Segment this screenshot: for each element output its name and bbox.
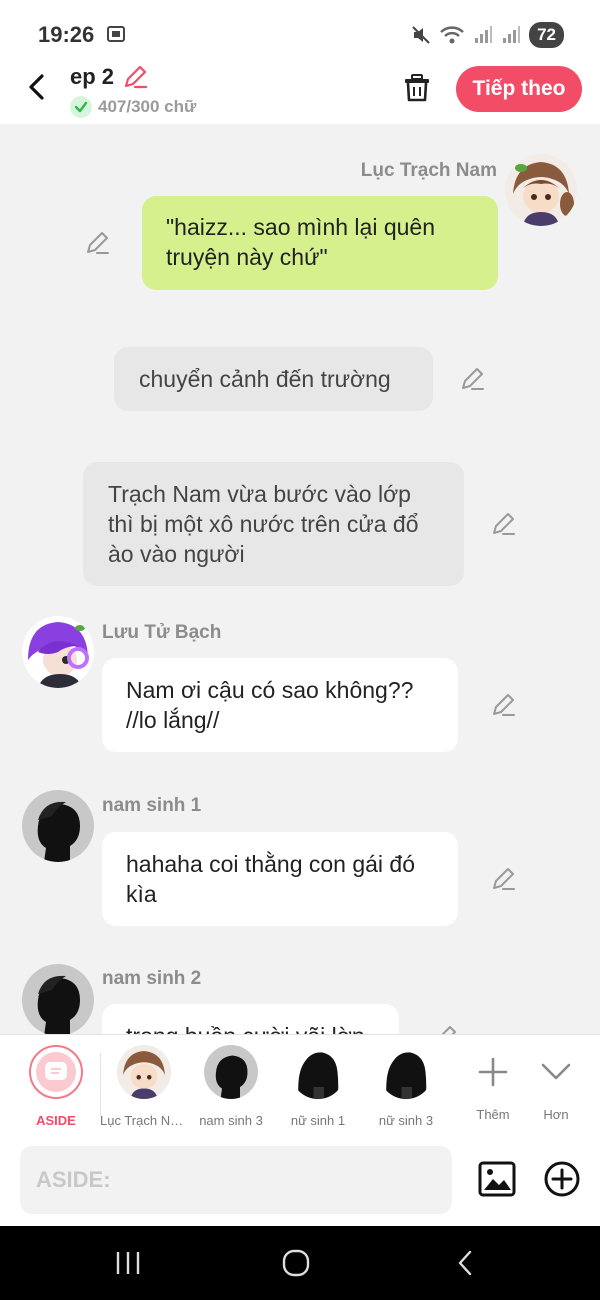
input-row: ASIDE: xyxy=(0,1136,600,1226)
character-nu-sinh-3[interactable]: nữ sinh 3 xyxy=(362,1045,450,1128)
next-button[interactable]: Tiếp theo xyxy=(456,66,582,112)
aside-avatar xyxy=(29,1045,83,1099)
character-bar: ASIDE Lục Trạch Nam nam sinh 3 nữ sinh 1… xyxy=(0,1034,600,1136)
character-nu-sinh-1[interactable]: nữ sinh 1 xyxy=(274,1045,362,1128)
signal-icon-2 xyxy=(503,26,521,43)
character-avatar xyxy=(291,1045,345,1099)
chat-area[interactable]: Lục Trạch Nam "haizz... sao mình lại quê… xyxy=(0,124,600,1034)
edit-message-pencil-icon[interactable] xyxy=(84,230,110,256)
edit-message-pencil-icon[interactable] xyxy=(490,511,516,537)
avatar-luc-trach-nam[interactable] xyxy=(505,154,577,226)
avatar-nam-sinh-2[interactable] xyxy=(22,964,94,1034)
edit-message-pencil-icon[interactable] xyxy=(490,866,516,892)
character-nam-sinh-3[interactable]: nam sinh 3 xyxy=(187,1045,275,1128)
character-label: nữ sinh 3 xyxy=(378,1113,434,1128)
more-characters-button[interactable]: Hơn xyxy=(512,1045,600,1122)
back-arrow-icon[interactable] xyxy=(22,72,52,102)
episode-title: ep 2 xyxy=(70,64,115,89)
message-bubble[interactable]: trong buồn cười vãi lờn xyxy=(102,1004,399,1034)
avatar-nam-sinh-1[interactable] xyxy=(22,790,94,862)
message-input[interactable]: ASIDE: xyxy=(20,1146,452,1214)
aside-bubble[interactable]: chuyển cảnh đến trường xyxy=(114,347,433,411)
status-bar: 19:26 72 xyxy=(0,0,600,62)
screen-record-icon xyxy=(107,26,125,42)
trash-icon[interactable] xyxy=(400,70,434,104)
avatar-luu-tu-bach[interactable] xyxy=(22,616,94,688)
plus-circle-icon[interactable] xyxy=(543,1160,581,1198)
speaker-name: Lưu Tử Bạch xyxy=(102,622,222,643)
edit-message-pencil-icon[interactable] xyxy=(459,366,485,392)
edit-title-pencil-icon[interactable] xyxy=(122,64,148,90)
character-label: nữ sinh 1 xyxy=(290,1113,346,1128)
speaker-name: nam sinh 1 xyxy=(102,795,202,816)
speaker-name: Lục Trạch Nam xyxy=(360,160,497,181)
recent-apps-icon[interactable] xyxy=(108,1248,148,1278)
message-bubble[interactable]: "haizz... sao mình lại quên truyện này c… xyxy=(142,196,498,290)
battery-indicator: 72 xyxy=(529,22,564,48)
word-count: 407/300 chữ xyxy=(98,97,197,116)
home-icon[interactable] xyxy=(276,1248,316,1278)
chevron-down-icon xyxy=(541,1063,571,1080)
character-aside[interactable]: ASIDE xyxy=(12,1045,100,1128)
image-icon[interactable] xyxy=(478,1160,516,1198)
character-label: Hơn xyxy=(543,1107,569,1122)
status-time: 19:26 xyxy=(38,22,95,47)
back-nav-icon[interactable] xyxy=(446,1248,486,1278)
edit-message-pencil-icon[interactable] xyxy=(432,1024,458,1034)
character-avatar xyxy=(204,1045,258,1099)
message-bubble[interactable]: hahaha coi thằng con gái đó kìa xyxy=(102,832,458,926)
character-avatar xyxy=(117,1045,171,1099)
character-avatar xyxy=(379,1045,433,1099)
signal-icon xyxy=(475,26,493,43)
edit-message-pencil-icon[interactable] xyxy=(490,692,516,718)
character-label: Lục Trạch Nam xyxy=(100,1113,188,1128)
character-label: ASIDE xyxy=(36,1113,76,1128)
character-luc-trach-nam[interactable]: Lục Trạch Nam xyxy=(100,1045,188,1128)
aside-bubble[interactable]: Trạch Nam vừa bước vào lớp thì bị một xô… xyxy=(83,462,464,586)
message-bubble[interactable]: Nam ơi cậu có sao không?? //lo lắng// xyxy=(102,658,458,752)
chat-bubble-icon xyxy=(45,1062,67,1080)
character-label: nam sinh 3 xyxy=(199,1113,263,1128)
check-icon xyxy=(70,96,92,118)
word-count-row: 407/300 chữ xyxy=(70,96,196,118)
wifi-icon xyxy=(440,26,464,44)
mute-icon xyxy=(412,26,430,44)
speaker-name: nam sinh 2 xyxy=(102,968,202,989)
status-indicators: 72 xyxy=(411,22,564,48)
header: ep 2 407/300 chữ Tiếp theo xyxy=(0,62,600,124)
system-nav-bar xyxy=(0,1226,600,1300)
